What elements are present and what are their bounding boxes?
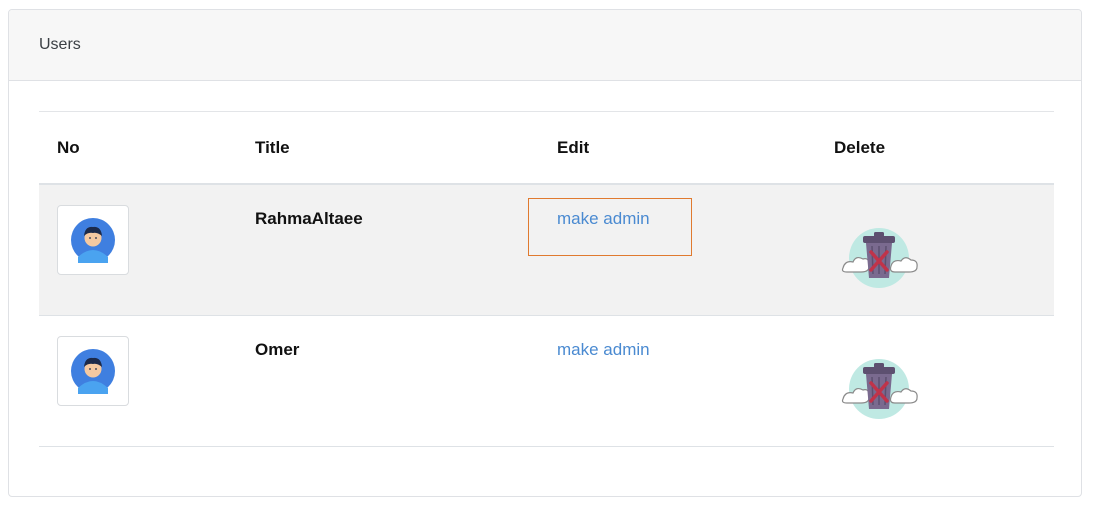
card-title: Users (39, 36, 81, 53)
column-title: Title (255, 137, 290, 157)
column-edit: Edit (557, 137, 590, 157)
trash-delete-icon[interactable] (839, 222, 919, 290)
column-delete: Delete (834, 137, 886, 157)
user-name: Omer (255, 340, 300, 359)
make-admin-link[interactable]: make admin (557, 209, 650, 229)
card-header: Users (9, 10, 1081, 81)
users-table: No Title Edit Delete RahmaAltaee make ad… (39, 111, 1054, 447)
user-avatar-icon (71, 218, 115, 263)
avatar (57, 336, 129, 406)
trash-delete-icon[interactable] (839, 353, 919, 421)
user-avatar-icon (71, 349, 115, 394)
table-row: Omer make admin (39, 316, 1054, 447)
column-no: No (57, 137, 80, 157)
table-row: RahmaAltaee make admin (39, 185, 1054, 316)
users-card: Users No Title Edit Delete RahmaAltaee m… (8, 9, 1082, 497)
avatar (57, 205, 129, 275)
make-admin-link[interactable]: make admin (557, 340, 650, 360)
user-name: RahmaAltaee (255, 209, 363, 228)
table-header-row: No Title Edit Delete (39, 112, 1054, 185)
